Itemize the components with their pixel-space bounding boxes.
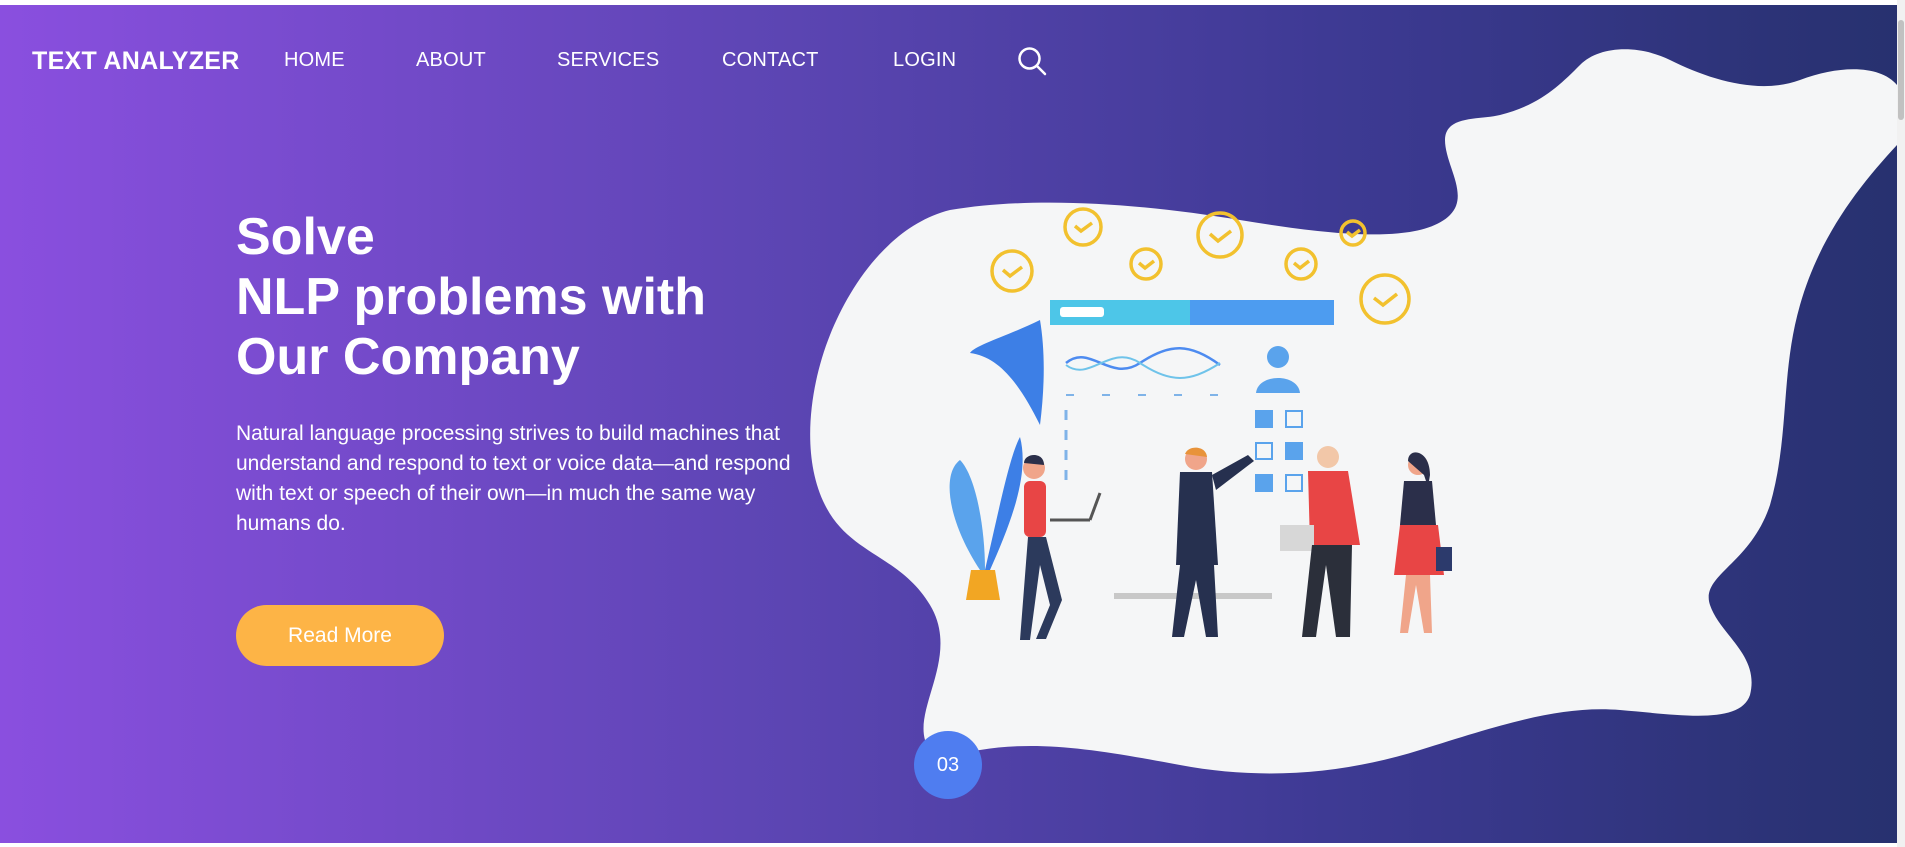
hero-description: Natural language processing strives to b… <box>236 422 791 535</box>
nav-about[interactable]: ABOUT <box>416 49 486 72</box>
nav-services[interactable]: SERVICES <box>557 49 659 72</box>
headline-line-3: Our Company <box>236 328 580 386</box>
brand-logo[interactable]: TEXT ANALYZER <box>32 47 240 76</box>
nav-contact[interactable]: CONTACT <box>722 49 819 72</box>
slide-number-badge[interactable]: 03 <box>914 731 982 799</box>
page-scrollbar[interactable] <box>1897 0 1905 847</box>
headline-line-2: NLP problems with <box>236 268 706 326</box>
read-more-button[interactable]: Read More <box>236 605 444 666</box>
nav-login[interactable]: LOGIN <box>893 49 956 72</box>
headline-line-1: Solve <box>236 208 375 266</box>
hero-headline: Solve NLP problems with Our Company <box>236 207 706 387</box>
hero-section: TEXT ANALYZER HOME ABOUT SERVICES CONTAC… <box>0 5 1897 843</box>
scrollbar-thumb[interactable] <box>1898 20 1904 120</box>
search-icon[interactable] <box>1016 45 1048 77</box>
nav-home[interactable]: HOME <box>284 49 345 72</box>
